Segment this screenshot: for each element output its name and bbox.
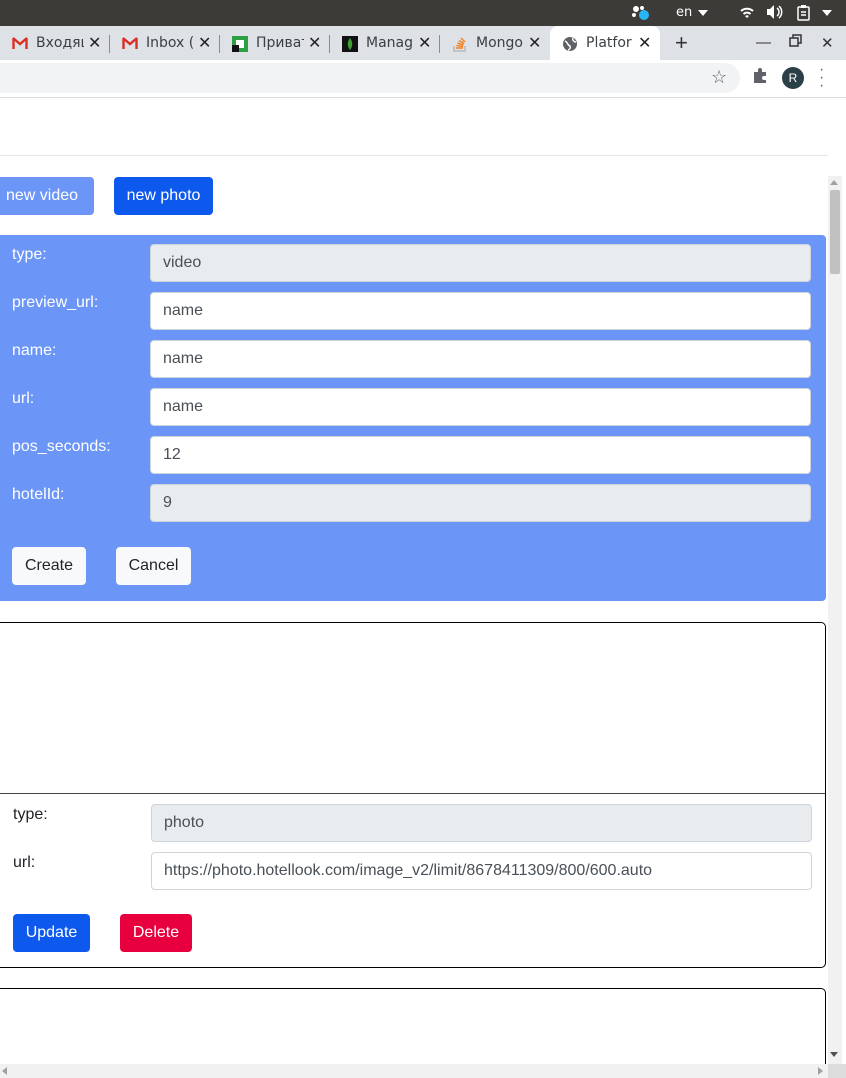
- stackoverflow-icon: [452, 36, 468, 52]
- gmail-icon: [12, 36, 28, 52]
- type-label: type:: [13, 806, 48, 823]
- url-label: url:: [13, 854, 36, 871]
- hotel-id-label: hotelId:: [12, 486, 65, 503]
- browser-tab-active[interactable]: Platfor ✕: [550, 26, 660, 60]
- browser-menu-icon[interactable]: · · ·: [819, 62, 824, 94]
- create-button[interactable]: Create: [12, 547, 86, 585]
- wifi-icon[interactable]: [739, 4, 755, 23]
- close-window-icon[interactable]: ✕: [821, 34, 834, 52]
- tab-title: Inbox (: [146, 35, 194, 51]
- browser-tab[interactable]: Inbox ( ✕: [110, 26, 220, 60]
- os-top-bar: en: [0, 0, 846, 26]
- name-label: name:: [12, 342, 57, 359]
- type-field: photo: [151, 804, 812, 842]
- media-card: [0, 988, 826, 1066]
- create-media-form: type: video preview_url: name name: name…: [0, 235, 826, 601]
- browser-tab[interactable]: Mongo ✕: [440, 26, 550, 60]
- close-tab-icon[interactable]: ✕: [308, 33, 321, 53]
- browser-tab[interactable]: Manag ✕: [330, 26, 440, 60]
- profile-avatar[interactable]: R: [782, 67, 804, 89]
- delete-button[interactable]: Delete: [120, 914, 192, 952]
- close-tab-icon[interactable]: ✕: [418, 33, 431, 53]
- volume-icon[interactable]: [766, 4, 784, 23]
- update-button[interactable]: Update: [13, 914, 90, 952]
- scroll-left-arrow-icon[interactable]: [2, 1067, 7, 1075]
- url-field[interactable]: https://photo.hotellook.com/image_v2/lim…: [151, 852, 812, 890]
- gmail-icon: [122, 36, 138, 52]
- page-content: new video new photo type: video preview_…: [0, 98, 828, 1066]
- close-tab-icon[interactable]: ✕: [528, 33, 541, 53]
- cancel-button[interactable]: Cancel: [116, 547, 191, 585]
- app-indicator-icon[interactable]: [630, 4, 652, 25]
- scrollbar-thumb[interactable]: [830, 190, 840, 274]
- preview-url-field[interactable]: name: [150, 292, 811, 330]
- scroll-right-arrow-icon[interactable]: [818, 1067, 823, 1075]
- browser-tab-strip: Входящ ✕ Inbox ( ✕ Приват ✕ Manag ✕ Mong…: [0, 26, 846, 60]
- browser-tab[interactable]: Входящ ✕: [0, 26, 110, 60]
- close-tab-icon[interactable]: ✕: [88, 33, 101, 53]
- name-field[interactable]: name: [150, 340, 811, 378]
- tab-title: Приват: [256, 35, 304, 51]
- bookmark-star-icon[interactable]: ☆: [711, 67, 727, 88]
- browser-toolbar: ☆: [0, 60, 846, 98]
- new-photo-button[interactable]: new photo: [114, 177, 213, 215]
- mongodb-leaf-icon: [342, 36, 358, 52]
- tab-title: Mongo: [476, 35, 523, 51]
- globe-icon: [562, 36, 578, 52]
- green-site-icon: [232, 36, 248, 52]
- chevron-down-icon: [698, 10, 708, 16]
- browser-tab[interactable]: Приват ✕: [220, 26, 330, 60]
- header-divider: [0, 155, 828, 156]
- pos-seconds-field[interactable]: 12: [150, 436, 811, 474]
- tab-title: Platfor: [586, 35, 632, 51]
- card-divider: [0, 793, 825, 794]
- address-bar[interactable]: [0, 63, 740, 93]
- horizontal-scrollbar[interactable]: [0, 1064, 828, 1078]
- new-tab-plus-icon[interactable]: +: [675, 30, 688, 56]
- url-label: url:: [12, 390, 35, 407]
- pos-seconds-label: pos_seconds:: [12, 438, 111, 455]
- media-card: type: photo url: https://photo.hotellook…: [0, 622, 826, 968]
- extensions-puzzle-icon[interactable]: [752, 67, 769, 89]
- type-field: video: [150, 244, 811, 282]
- language-indicator[interactable]: en: [676, 5, 692, 20]
- preview-url-label: preview_url:: [12, 294, 99, 311]
- tab-title: Входящ: [36, 35, 84, 51]
- close-tab-icon[interactable]: ✕: [198, 33, 211, 53]
- tab-title: Manag: [366, 35, 413, 51]
- restore-window-icon[interactable]: [789, 34, 802, 51]
- vertical-scrollbar[interactable]: [828, 176, 842, 1064]
- scroll-down-arrow-icon[interactable]: [830, 1052, 838, 1057]
- type-label: type:: [12, 246, 47, 263]
- close-tab-icon[interactable]: ✕: [638, 33, 651, 53]
- new-video-button[interactable]: new video: [0, 177, 94, 215]
- clipboard-icon[interactable]: [796, 4, 812, 24]
- hotel-id-field: 9: [150, 484, 811, 522]
- chevron-down-icon: [822, 10, 832, 16]
- scroll-up-arrow-icon[interactable]: [830, 180, 838, 185]
- minimize-icon[interactable]: —: [756, 34, 771, 51]
- scrollbar-corner: [828, 1064, 846, 1078]
- url-field[interactable]: name: [150, 388, 811, 426]
